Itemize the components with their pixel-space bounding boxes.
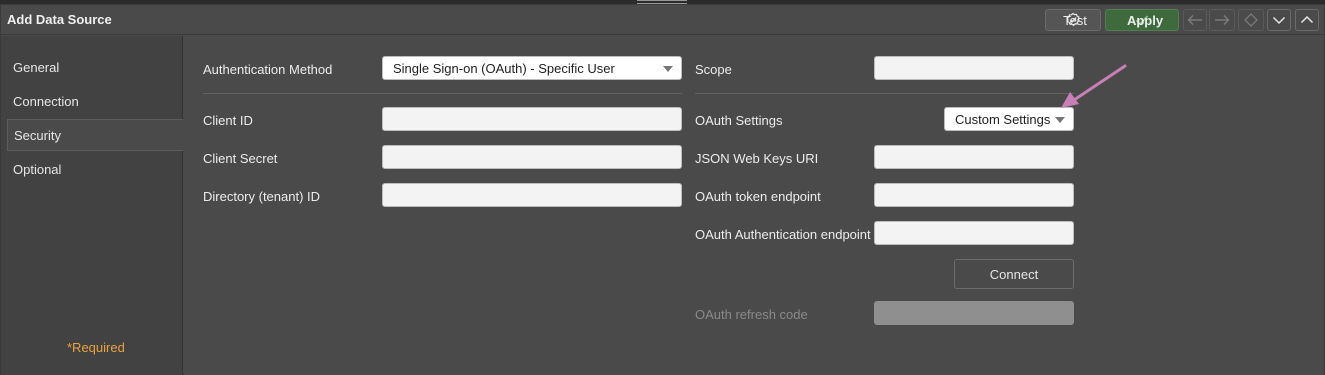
test-button[interactable]: Test	[1045, 9, 1101, 31]
forward-button[interactable]	[1209, 9, 1235, 31]
dropdown-caret-icon	[663, 66, 673, 72]
collapse-button[interactable]	[1267, 9, 1291, 31]
client-secret-label: Client Secret	[203, 151, 278, 166]
token-endpoint-field[interactable]	[874, 183, 1074, 207]
auth-endpoint-label: OAuth Authentication endpoint	[695, 227, 871, 242]
oauth-settings-label: OAuth Settings	[695, 113, 783, 128]
diamond-icon	[1244, 13, 1258, 27]
divider-left	[203, 93, 682, 94]
sidebar-item-general[interactable]: General	[7, 51, 183, 83]
tenant-id-field[interactable]	[382, 183, 682, 207]
apply-button[interactable]: Apply	[1105, 9, 1179, 31]
oauth-settings-dropdown[interactable]: Custom Settings	[944, 107, 1074, 131]
arrow-left-icon	[1187, 14, 1203, 26]
security-form: Authentication Method Single Sign-on (OA…	[184, 36, 1324, 375]
oauth-settings-value: Custom Settings	[955, 111, 1051, 127]
chevron-up-icon	[1300, 15, 1314, 25]
client-secret-field[interactable]	[382, 145, 682, 169]
sidebar-item-label: Security	[14, 127, 61, 143]
token-endpoint-label: OAuth token endpoint	[695, 189, 821, 204]
jwks-uri-label: JSON Web Keys URI	[695, 151, 819, 166]
sidebar-item-connection[interactable]: Connection	[7, 85, 183, 117]
sidebar-item-optional[interactable]: Optional	[7, 153, 183, 185]
scope-label: Scope	[695, 62, 732, 77]
back-button[interactable]	[1183, 9, 1207, 31]
divider-right	[695, 93, 1074, 94]
connect-button[interactable]: Connect	[954, 259, 1074, 289]
apply-label: Apply	[1126, 12, 1164, 28]
client-id-field[interactable]	[382, 107, 682, 131]
dropdown-caret-icon	[1055, 117, 1065, 123]
chevron-down-icon	[1272, 15, 1286, 25]
sidebar-item-label: General	[13, 59, 60, 75]
sidebar-item-label: Optional	[13, 161, 62, 177]
sidebar-item-label: Connection	[13, 93, 79, 109]
auth-method-dropdown[interactable]: Single Sign-on (OAuth) - Specific User	[382, 56, 682, 80]
sidebar: General Connection Security Optional *Re…	[1, 36, 183, 375]
refresh-code-field	[874, 301, 1074, 325]
sidebar-item-security[interactable]: Security	[7, 119, 183, 151]
annotation-arrow-icon	[1061, 64, 1127, 108]
jwks-uri-field[interactable]	[874, 145, 1074, 169]
diamond-button[interactable]	[1238, 9, 1264, 31]
window-title: Add Data Source	[7, 12, 112, 27]
expand-button[interactable]	[1295, 9, 1319, 31]
required-note: *Required	[67, 340, 125, 355]
client-id-label: Client ID	[203, 113, 253, 128]
auth-method-label: Authentication Method	[203, 62, 333, 77]
scope-field[interactable]	[874, 56, 1074, 80]
refresh-code-label: OAuth refresh code	[695, 307, 808, 322]
test-label: Test	[1063, 12, 1087, 28]
auth-endpoint-field[interactable]	[874, 221, 1074, 245]
arrow-right-icon	[1214, 14, 1230, 26]
title-bar: Add Data Source Test Apply	[1, 5, 1324, 35]
auth-method-value: Single Sign-on (OAuth) - Specific User	[393, 60, 615, 76]
add-data-source-window: Add Data Source Test Apply General Conne…	[0, 4, 1325, 375]
tenant-id-label: Directory (tenant) ID	[203, 189, 321, 204]
connect-label: Connect	[989, 266, 1039, 282]
